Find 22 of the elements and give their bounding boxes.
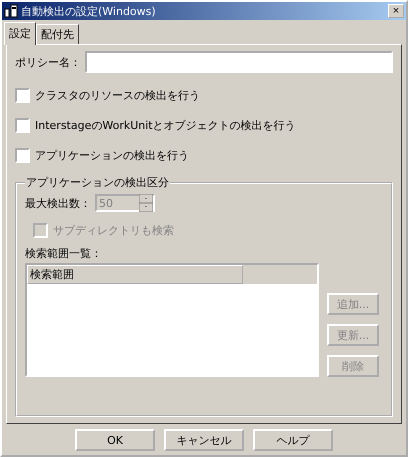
group-title: アプリケーションの検出区分 bbox=[25, 175, 170, 190]
checkbox-label: アプリケーションの検出を行う bbox=[35, 148, 189, 162]
checkbox[interactable] bbox=[15, 148, 30, 162]
policy-name-field[interactable] bbox=[85, 51, 393, 73]
checkbox[interactable] bbox=[15, 118, 30, 132]
app-icon bbox=[4, 4, 18, 18]
column-header[interactable]: 検索範囲 bbox=[27, 265, 243, 284]
checkbox-label: サブディレクトリも検索 bbox=[53, 222, 174, 238]
close-button[interactable]: × bbox=[388, 4, 404, 18]
field-label: 最大検出数： bbox=[25, 196, 91, 210]
dialog-button[interactable]: ヘルプ bbox=[253, 429, 333, 451]
tab[interactable]: 設定 bbox=[4, 22, 36, 45]
field-label: ポリシー名： bbox=[15, 54, 81, 70]
dialog-button[interactable]: キャンセル bbox=[164, 429, 244, 451]
checkbox-label: InterstageのWorkUnitとオブジェクトの検出を行う bbox=[35, 118, 296, 132]
dialog-button[interactable]: OK bbox=[75, 429, 155, 451]
window-title: 自動検出の設定(Windows) bbox=[21, 4, 157, 18]
checkbox[interactable] bbox=[15, 88, 30, 102]
list-view[interactable]: 検索範囲 bbox=[25, 263, 319, 377]
list-label: 検索範囲一覧： bbox=[25, 246, 103, 261]
tab[interactable]: 配付先 bbox=[36, 24, 79, 44]
checkbox-label: クラスタのリソースの検出を行う bbox=[35, 88, 200, 102]
